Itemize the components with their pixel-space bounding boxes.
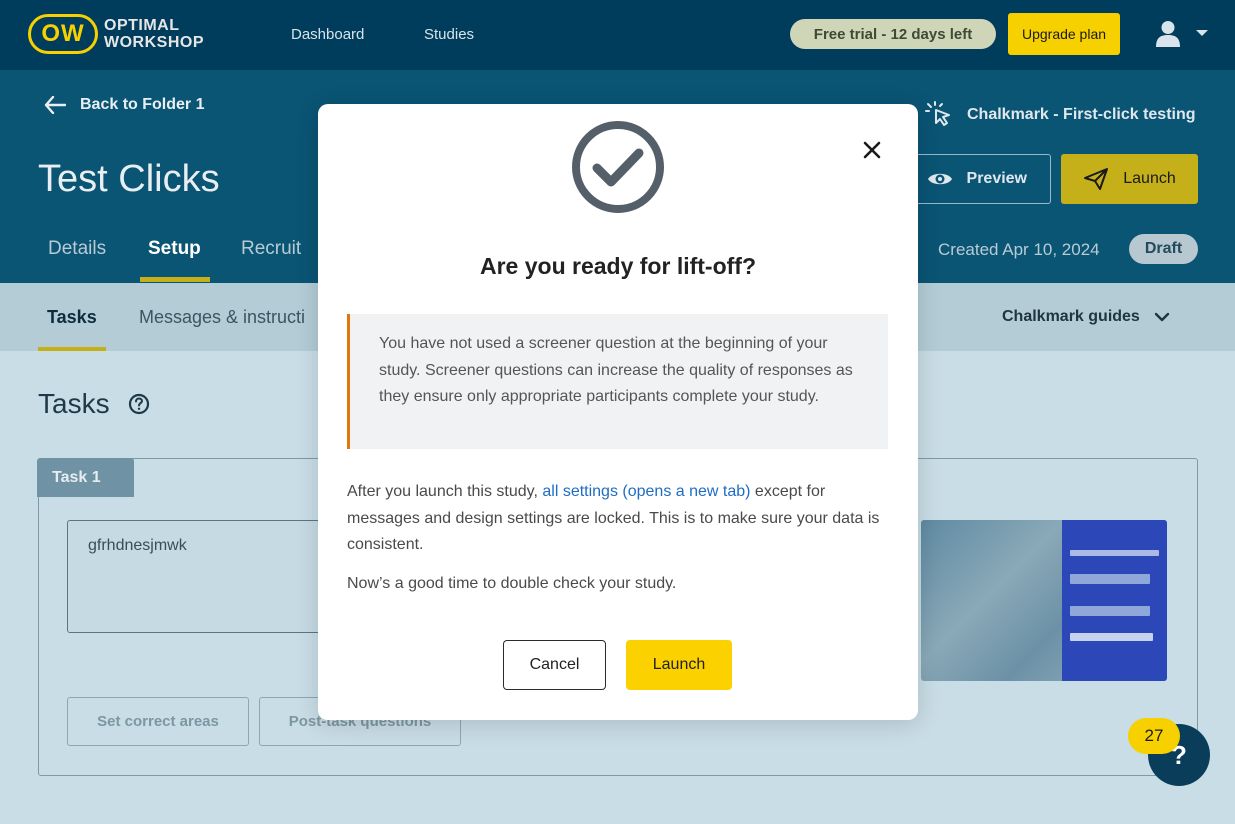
- thumbnail-input-1: [1070, 574, 1150, 584]
- task-tab[interactable]: Task 1: [37, 458, 134, 497]
- back-to-folder-link[interactable]: Back to Folder 1: [44, 96, 204, 114]
- subtab-messages[interactable]: Messages & instructi: [139, 307, 305, 328]
- screener-warning-notice: You have not used a screener question at…: [347, 314, 888, 449]
- task-description-field[interactable]: gfrhdnesjmwk: [67, 520, 337, 633]
- chalkmark-guides-dropdown[interactable]: Chalkmark guides: [1002, 308, 1170, 326]
- tasks-heading-text: Tasks: [38, 388, 110, 419]
- active-subtab-indicator: [38, 347, 106, 351]
- thumbnail-heading-bar: [1070, 550, 1159, 556]
- free-trial-badge: Free trial - 12 days left: [790, 19, 996, 49]
- subtab-tasks[interactable]: Tasks: [47, 307, 97, 328]
- para-text-before: After you launch this study,: [347, 483, 543, 500]
- nav-dashboard[interactable]: Dashboard: [291, 26, 364, 43]
- study-type-label: Chalkmark - First-click testing: [925, 101, 1196, 129]
- paper-plane-icon: [1084, 168, 1109, 190]
- cancel-button[interactable]: Cancel: [503, 640, 606, 690]
- chevron-down-icon[interactable]: [1196, 30, 1208, 36]
- check-circle-icon: [572, 121, 664, 213]
- chevron-down-icon: [1154, 312, 1170, 322]
- thumbnail-login-button: [1070, 633, 1153, 641]
- study-type-text: Chalkmark - First-click testing: [967, 106, 1196, 123]
- help-circle-icon[interactable]: [128, 393, 150, 415]
- thumbnail-input-2: [1070, 606, 1150, 616]
- page-title: Test Clicks: [38, 158, 220, 200]
- logo-line-1: OPTIMAL: [104, 17, 180, 34]
- logo-wordmark: OPTIMAL WORKSHOP: [104, 17, 204, 51]
- tab-details[interactable]: Details: [48, 238, 106, 260]
- tab-setup[interactable]: Setup: [148, 238, 201, 260]
- launch-confirmation-dialog: Are you ready for lift-off? You have not…: [318, 104, 918, 720]
- header-launch-button[interactable]: Launch: [1061, 154, 1198, 204]
- logo-line-2: WORKSHOP: [104, 34, 204, 51]
- preview-button[interactable]: Preview: [905, 154, 1051, 204]
- user-avatar-icon[interactable]: [1155, 20, 1181, 48]
- task-image-thumbnail[interactable]: [921, 520, 1167, 681]
- double-check-paragraph: Now’s a good time to double check your s…: [347, 575, 677, 592]
- upgrade-plan-button[interactable]: Upgrade plan: [1008, 13, 1120, 55]
- thumbnail-login-panel: [1062, 520, 1167, 681]
- notification-count-badge: 27: [1128, 718, 1180, 754]
- tab-recruit[interactable]: Recruit: [241, 238, 301, 260]
- header-launch-label: Launch: [1123, 170, 1176, 187]
- back-link-label: Back to Folder 1: [80, 96, 205, 113]
- all-settings-link[interactable]: all settings (opens a new tab): [542, 483, 750, 500]
- set-correct-areas-button[interactable]: Set correct areas: [67, 697, 249, 746]
- preview-label: Preview: [966, 170, 1027, 187]
- nav-studies[interactable]: Studies: [424, 26, 474, 43]
- settings-locked-paragraph: After you launch this study, all setting…: [347, 479, 887, 559]
- arrow-left-icon: [44, 96, 66, 114]
- created-date: Created Apr 10, 2024: [938, 240, 1100, 259]
- tasks-heading: Tasks: [38, 388, 150, 420]
- eye-icon: [927, 173, 952, 185]
- logo-badge: OW: [28, 14, 98, 54]
- active-tab-indicator: [140, 277, 210, 282]
- guides-label: Chalkmark guides: [1002, 308, 1140, 325]
- dialog-title: Are you ready for lift-off?: [479, 253, 756, 279]
- optimal-workshop-logo[interactable]: OW OPTIMAL WORKSHOP: [28, 14, 204, 54]
- status-badge: Draft: [1129, 234, 1198, 264]
- cursor-click-icon: [925, 101, 950, 126]
- launch-button[interactable]: Launch: [626, 640, 732, 690]
- close-icon[interactable]: [860, 138, 884, 162]
